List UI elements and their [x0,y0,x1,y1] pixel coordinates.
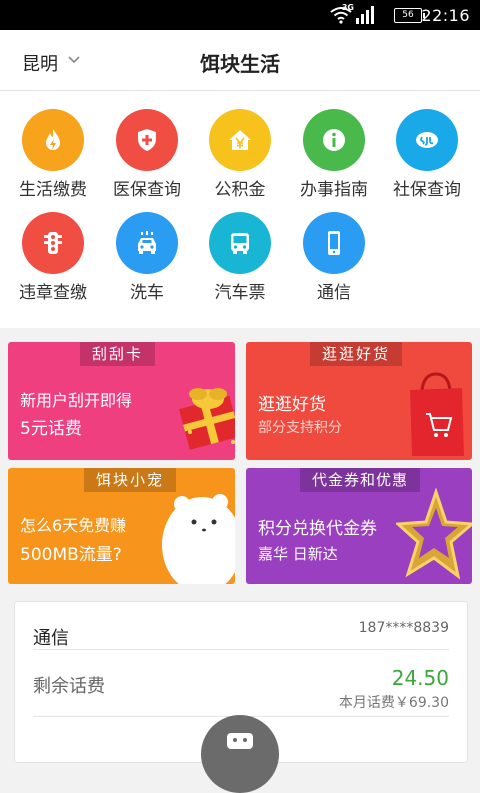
app-header: 昆明 饵块生活 [0,30,480,91]
balance-value: 24.50 [391,666,449,690]
telecom-title: 通信 [33,628,69,649]
pet-mascot-icon [162,494,235,584]
social-security-icon [396,109,458,171]
promo-line1: 逛逛好货 [258,395,326,415]
monthly-charge: 本月话费￥69.30 [338,695,449,711]
house-yen-icon [209,109,271,171]
promo-line2: 5元话费 [20,419,82,439]
service-label: 公积金 [214,180,266,200]
phone-icon [303,212,365,274]
page-title: 饵块生活 [200,52,280,76]
service-label: 医保查询 [113,180,181,200]
service-social-security[interactable]: 社保查询 [380,109,474,200]
service-housing-fund[interactable]: 公积金 [193,109,287,200]
promo-tag: 饵块小宠 [84,468,177,492]
service-guide[interactable]: 办事指南 [287,109,381,200]
bot-face-icon [227,733,253,749]
service-utility-payment[interactable]: 生活缴费 [6,109,100,200]
service-label: 违章查缴 [19,283,87,303]
service-label: 汽车票 [214,283,266,303]
service-label: 洗车 [130,283,164,303]
traffic-light-icon [22,212,84,274]
network-type: 3G [341,3,354,12]
divider [33,649,449,650]
clock: 22:16 [421,6,470,25]
promo-line1: 积分兑换代金券 [258,519,377,539]
phone-number: 187****8839 [358,620,449,636]
gift-box-icon [179,388,235,450]
promo-voucher[interactable]: 代金券和优惠 积分兑换代金券 嘉华 日新达 [246,468,472,584]
flame-icon [22,109,84,171]
promo-line1: 怎么6天免费赚 [20,516,127,535]
promo-line1: 新用户刮开即得 [20,391,133,410]
service-label: 社保查询 [393,180,461,200]
service-label: 生活缴费 [19,180,87,200]
promo-line2: 嘉华 日新达 [258,545,338,563]
balance-label: 剩余话费 [33,676,105,697]
service-label: 通信 [317,283,351,303]
shopping-bag-icon [410,372,464,456]
promo-scratch-card[interactable]: 刮刮卡 新用户刮开即得 5元话费 [8,342,235,460]
status-bar: 3G 56 22:16 [0,0,480,30]
service-telecom[interactable]: 通信 [287,212,381,303]
promo-tag: 刮刮卡 [80,342,156,366]
floating-action-button[interactable] [201,715,279,793]
promo-line2: 部分支持积分 [258,420,342,436]
service-car-wash[interactable]: 洗车 [100,212,194,303]
services-grid: 生活缴费 医保查询 公积金 办事指南 社保查询 违章查缴 洗车 汽车票 通信 [0,91,480,328]
signal-icon [356,6,374,24]
promo-line2: 500MB流量? [20,545,122,565]
service-medical-insurance[interactable]: 医保查询 [100,109,194,200]
promo-tag: 逛逛好货 [310,342,403,366]
star-icon [396,488,472,580]
bus-icon [209,212,271,274]
service-traffic-violation[interactable]: 违章查缴 [6,212,100,303]
medical-shield-icon [116,109,178,171]
service-label: 办事指南 [300,180,368,200]
promo-shopping[interactable]: 逛逛好货 逛逛好货 部分支持积分 [246,342,472,460]
car-wash-icon [116,212,178,274]
info-icon [303,109,365,171]
service-bus-ticket[interactable]: 汽车票 [193,212,287,303]
promo-pet[interactable]: 饵块小宠 怎么6天免费赚 500MB流量? [8,468,235,584]
battery-icon: 56 [394,8,425,23]
